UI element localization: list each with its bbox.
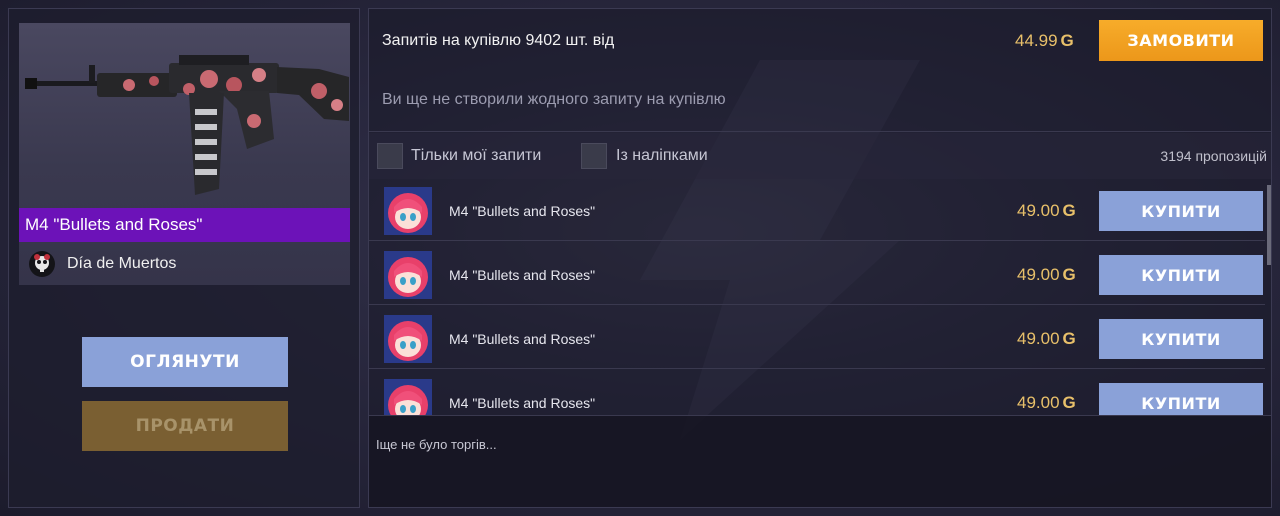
- sticker-name: Día de Muertos: [67, 255, 177, 272]
- anime-girl-avatar-icon: [384, 315, 432, 363]
- listing-price: 49.00 G: [1017, 329, 1076, 349]
- listing-price-value: 49.00: [1017, 201, 1060, 220]
- market-panel: Запитів на купівлю 9402 шт. від 44.99 G …: [368, 8, 1272, 508]
- gold-currency-icon: G: [1062, 201, 1076, 220]
- filter-bar: Тільки мої запити Із наліпками 3194 проп…: [369, 133, 1271, 179]
- with-stickers-checkbox[interactable]: [581, 143, 607, 169]
- listing-name: M4 "Bullets and Roses": [449, 267, 596, 283]
- listing-row: M4 "Bullets and Roses" 49.00 G КУПИТИ: [369, 371, 1265, 415]
- listings-list[interactable]: M4 "Bullets and Roses" 49.00 G КУПИТИ M4…: [369, 179, 1271, 415]
- listing-row: M4 "Bullets and Roses" 49.00 G КУПИТИ: [369, 243, 1265, 305]
- anime-girl-avatar-icon: [384, 379, 432, 415]
- anime-girl-avatar-icon: [384, 187, 432, 235]
- gold-currency-icon: G: [1062, 329, 1076, 348]
- listing-name: M4 "Bullets and Roses": [449, 395, 596, 411]
- sell-button[interactable]: ПРОДАТИ: [82, 401, 288, 451]
- item-name-strip: M4 "Bullets and Roses": [19, 208, 350, 242]
- skull-sticker-icon: [29, 251, 55, 277]
- inspect-button[interactable]: ОГЛЯНУТИ: [82, 337, 288, 387]
- rifle-image: [25, 55, 349, 195]
- no-trades-message: Іще не було торгів...: [376, 437, 497, 452]
- gold-currency-icon: G: [1060, 31, 1074, 50]
- listings-scrollbar[interactable]: [1267, 185, 1271, 265]
- my-requests-label[interactable]: Тільки мої запити: [411, 147, 541, 165]
- listing-price-value: 49.00: [1017, 329, 1060, 348]
- anime-girl-avatar-icon: [384, 251, 432, 299]
- listing-price: 49.00 G: [1017, 265, 1076, 285]
- listing-price: 49.00 G: [1017, 201, 1076, 221]
- no-orders-message: Ви ще не створили жодного запиту на купі…: [382, 91, 726, 108]
- buy-order-price: 44.99 G: [1015, 31, 1074, 51]
- gold-currency-icon: G: [1062, 265, 1076, 284]
- listing-name: M4 "Bullets and Roses": [449, 203, 596, 219]
- listing-price: 49.00 G: [1017, 393, 1076, 413]
- item-card: M4 "Bullets and Roses" Día de Muertos: [19, 23, 350, 285]
- offers-count: 3194 пропозицій: [1160, 148, 1267, 164]
- item-name: M4 "Bullets and Roses": [25, 215, 203, 234]
- buy-order-summary: Запитів на купівлю 9402 шт. від: [382, 32, 615, 49]
- buy-order-price-value: 44.99: [1015, 31, 1058, 50]
- divider: [369, 131, 1271, 132]
- with-stickers-label[interactable]: Із наліпками: [616, 147, 708, 165]
- listing-row: M4 "Bullets and Roses" 49.00 G КУПИТИ: [369, 307, 1265, 369]
- sticker-row: Día de Muertos: [29, 249, 176, 279]
- listing-row: M4 "Bullets and Roses" 49.00 G КУПИТИ: [369, 179, 1265, 241]
- buy-button[interactable]: КУПИТИ: [1099, 191, 1263, 231]
- listing-price-value: 49.00: [1017, 265, 1060, 284]
- listing-name: M4 "Bullets and Roses": [449, 331, 596, 347]
- gold-currency-icon: G: [1062, 393, 1076, 412]
- trade-history: Іще не було торгів...: [369, 415, 1271, 507]
- buy-button[interactable]: КУПИТИ: [1099, 255, 1263, 295]
- item-panel: M4 "Bullets and Roses" Día de Muertos ОГ…: [8, 8, 360, 508]
- buy-button[interactable]: КУПИТИ: [1099, 383, 1263, 415]
- buy-button[interactable]: КУПИТИ: [1099, 319, 1263, 359]
- buy-order-row: Запитів на купівлю 9402 шт. від 44.99 G …: [369, 9, 1271, 73]
- my-requests-checkbox[interactable]: [377, 143, 403, 169]
- listing-price-value: 49.00: [1017, 393, 1060, 412]
- order-button[interactable]: ЗАМОВИТИ: [1099, 20, 1263, 61]
